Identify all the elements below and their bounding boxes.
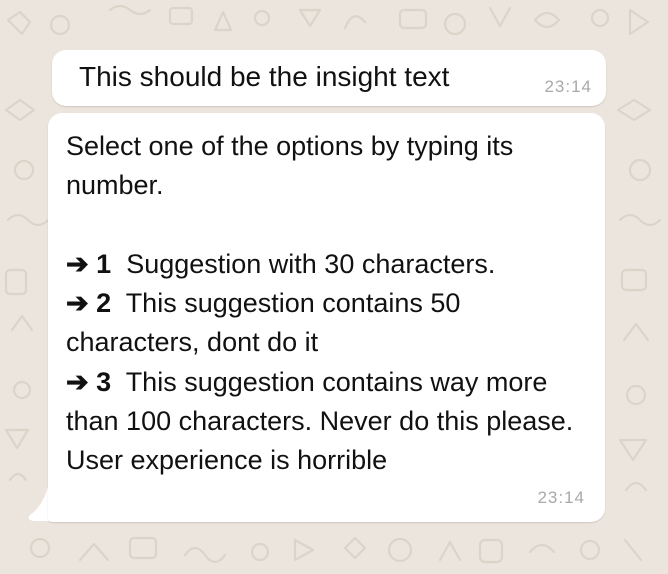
option-number: 3 bbox=[96, 366, 112, 397]
message-text: This should be the insight text bbox=[79, 61, 450, 92]
option-number: 1 bbox=[96, 248, 112, 279]
message-bubble-options: Select one of the options by typing its … bbox=[48, 113, 605, 522]
message-timestamp: 23:14 bbox=[537, 488, 585, 507]
option-text: Suggestion with 30 characters. bbox=[126, 248, 496, 279]
option-item-3: ➔ 3 This suggestion contains way more th… bbox=[66, 363, 591, 481]
arrow-icon: ➔ bbox=[66, 288, 89, 319]
option-number: 2 bbox=[96, 288, 112, 319]
arrow-icon: ➔ bbox=[66, 366, 89, 397]
arrow-icon: ➔ bbox=[66, 248, 89, 279]
option-text: This suggestion contains 50 characters, … bbox=[66, 288, 461, 358]
option-item-1: ➔ 1 Suggestion with 30 characters. bbox=[66, 245, 591, 284]
message-bubble-insight: This should be the insight text 23:14 bbox=[52, 50, 606, 106]
option-text: This suggestion contains way more than 1… bbox=[66, 366, 574, 476]
options-intro: Select one of the options by typing its … bbox=[66, 131, 514, 201]
options-message-body: Select one of the options by typing its … bbox=[66, 127, 591, 481]
option-item-2: ➔ 2 This suggestion contains 50 characte… bbox=[66, 284, 591, 363]
message-timestamp: 23:14 bbox=[544, 77, 592, 96]
